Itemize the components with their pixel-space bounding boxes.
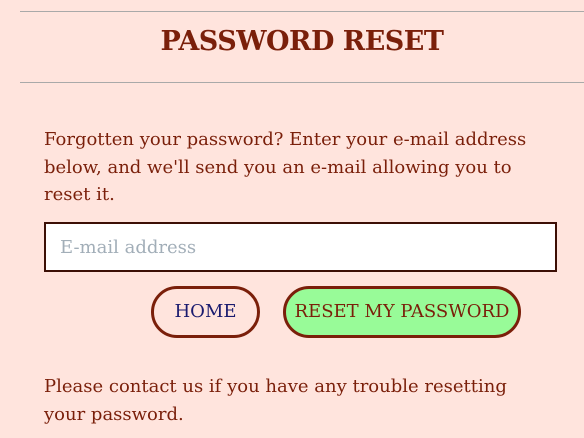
top-divider [20, 11, 584, 12]
reset-password-button[interactable]: RESET MY PASSWORD [283, 286, 521, 338]
page-title: PASSWORD RESET [160, 26, 444, 57]
instructions-text: Forgotten your password? Enter your e-ma… [44, 129, 527, 205]
home-button[interactable]: HOME [151, 286, 260, 338]
contact-text: Please contact us if you have any troubl… [44, 376, 507, 425]
title-divider [20, 82, 584, 83]
email-field[interactable] [44, 222, 557, 272]
